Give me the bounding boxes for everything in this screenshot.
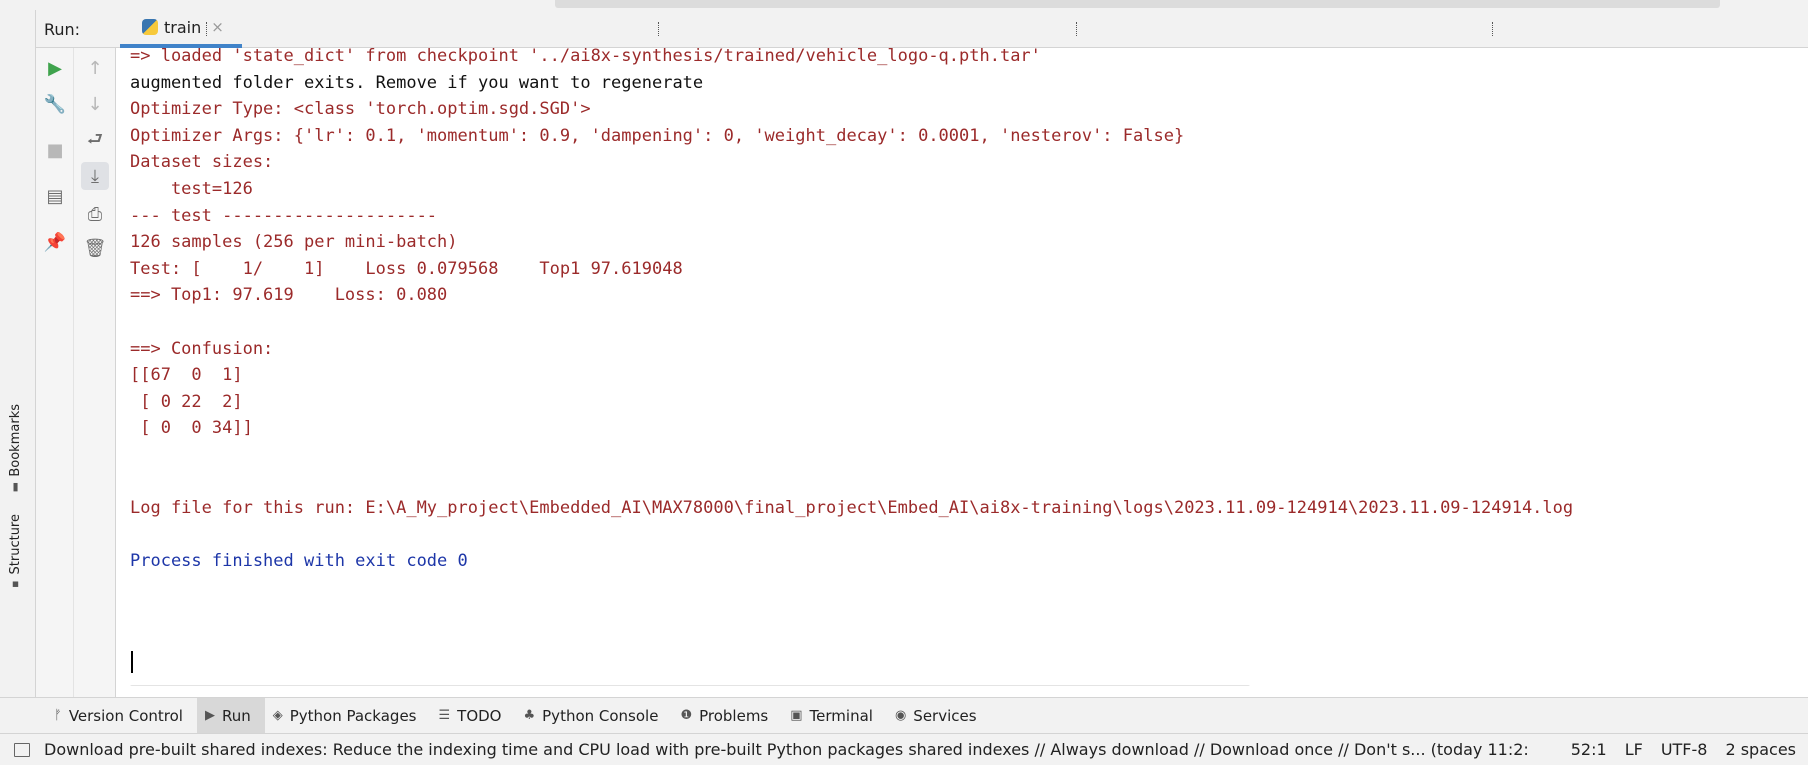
console-line: Log file for this run: E:\A_My_project\E… xyxy=(130,498,1574,519)
console-line: Optimizer Args: {'lr': 0.1, 'momentum': … xyxy=(130,125,1185,146)
tool-window-bar: ᚠ Version Control ▶ Run ◈ Python Packages ☰ TOD… xyxy=(0,697,1808,733)
run-tool-window-header: Run: train × xyxy=(36,10,1808,48)
tool-tab-label: TODO xyxy=(457,706,502,725)
header-divider xyxy=(658,22,660,36)
console-line: --- test --------------------- xyxy=(130,205,438,226)
run-label: Run: xyxy=(44,20,81,39)
scroll-to-end-icon[interactable]: ⤓ xyxy=(81,162,109,190)
console-line: [ 0 0 34]] xyxy=(130,418,253,439)
console-line: Process finished with exit code 0 xyxy=(130,551,468,572)
wrench-icon[interactable]: 🔧 xyxy=(41,90,69,118)
down-arrow-icon[interactable]: ↓ xyxy=(81,90,109,118)
version-control-icon: ᚠ xyxy=(54,708,62,723)
console-line: test=126 xyxy=(130,179,253,199)
console-line: 126 samples (256 per mini-batch) xyxy=(130,232,458,253)
todo-icon: ☰ xyxy=(438,708,451,723)
tool-tab-python-packages[interactable]: ◈ Python Packages xyxy=(265,698,431,733)
trash-icon[interactable]: 🗑 xyxy=(81,234,109,262)
text-caret xyxy=(131,651,133,673)
console-line: Dataset sizes: xyxy=(130,152,274,173)
header-divider xyxy=(1076,22,1078,36)
tool-tab-services[interactable]: ◉ Services xyxy=(887,698,991,733)
tool-tab-label: Version Control xyxy=(68,706,183,725)
run-icon: ▶ xyxy=(204,708,215,723)
status-bar: Download pre-built shared indexes: Reduc… xyxy=(0,733,1808,765)
status-message[interactable]: Download pre-built shared indexes: Reduc… xyxy=(44,740,1544,759)
left-tool-strip: Bookmarks ▮ Structure ▪ xyxy=(0,10,36,697)
up-arrow-icon[interactable]: ↑ xyxy=(81,54,109,82)
run-toolbar-right: ↑ ↓ ⮐ ⤓ ⎙ 🗑 xyxy=(74,48,116,697)
tool-tab-todo[interactable]: ☰ TODO xyxy=(431,698,516,733)
problems-icon: ❶ xyxy=(680,708,693,723)
print-icon[interactable]: ⎙ xyxy=(81,200,109,228)
console-output[interactable]: => loaded 'state_dict' from checkpoint '… xyxy=(116,48,1808,686)
layout-icon[interactable]: ▤ xyxy=(41,182,69,210)
tool-tab-label: Terminal xyxy=(809,706,873,725)
stop-icon[interactable]: ■ xyxy=(41,136,69,164)
line-separator[interactable]: LF xyxy=(1625,740,1643,759)
terminal-icon: ▣ xyxy=(790,708,803,723)
tool-tab-terminal[interactable]: ▣ Terminal xyxy=(782,698,887,733)
tool-tab-version-control[interactable]: ᚠ Version Control xyxy=(46,698,197,733)
console-line: augmented folder exits. Remove if you wa… xyxy=(130,72,704,93)
console-line: [ 0 22 2] xyxy=(130,391,243,412)
bookmarks-tab-label: Bookmarks xyxy=(8,404,23,477)
tool-tab-python-console[interactable]: ♣ Python Console xyxy=(515,698,672,733)
file-encoding[interactable]: UTF-8 xyxy=(1661,740,1708,759)
notification-icon[interactable] xyxy=(14,742,30,757)
packages-icon: ◈ xyxy=(272,708,283,723)
bookmark-icon: ▮ xyxy=(12,479,19,493)
run-toolbar-left: ▶ 🔧 ■ ▤ 📌 xyxy=(36,48,74,697)
tool-tab-label: Run xyxy=(221,706,251,725)
tool-tab-label: Services xyxy=(913,706,977,725)
python-file-icon xyxy=(142,19,158,35)
console-horizontal-scrollbar[interactable] xyxy=(130,685,1250,686)
console-line: ==> Confusion: xyxy=(130,338,274,359)
editor-top-strip xyxy=(0,0,1808,10)
tool-tab-label: Python Console xyxy=(542,706,659,725)
rerun-icon[interactable]: ▶ xyxy=(41,54,69,82)
run-tab-train[interactable]: train × xyxy=(120,10,242,48)
services-icon: ◉ xyxy=(894,708,907,723)
tool-tab-problems[interactable]: ❶ Problems xyxy=(672,698,782,733)
console-line: Test: [ 1/ 1] Loss 0.079568 Top1 97.6190… xyxy=(130,258,683,279)
indent-setting[interactable]: 2 spaces xyxy=(1725,740,1796,759)
console-line: => loaded 'state_dict' from checkpoint '… xyxy=(130,48,1041,66)
soft-wrap-icon[interactable]: ⮐ xyxy=(81,128,109,156)
structure-icon: ▪ xyxy=(11,577,20,591)
tool-tab-label: Python Packages xyxy=(289,706,417,725)
structure-tab-label: Structure xyxy=(8,514,23,575)
header-divider xyxy=(206,22,208,36)
run-tab-label: train xyxy=(164,17,202,37)
console-line: [[67 0 1] xyxy=(130,365,243,386)
python-console-icon: ♣ xyxy=(523,708,536,723)
tool-tab-run[interactable]: ▶ Run xyxy=(196,698,265,733)
structure-tab[interactable]: Structure ▪ xyxy=(8,514,23,590)
cursor-position[interactable]: 52:1 xyxy=(1571,740,1607,759)
console-line: ==> Top1: 97.619 Loss: 0.080 xyxy=(130,285,448,306)
header-divider xyxy=(1492,22,1494,36)
close-icon[interactable]: × xyxy=(211,18,224,36)
tool-tab-label: Problems xyxy=(699,706,769,725)
pin-icon[interactable]: 📌 xyxy=(41,228,69,256)
editor-horizontal-scrollbar[interactable] xyxy=(555,0,1720,8)
bookmarks-tab[interactable]: Bookmarks ▮ xyxy=(8,404,23,493)
console-line: Optimizer Type: <class 'torch.optim.sgd.… xyxy=(130,99,591,120)
